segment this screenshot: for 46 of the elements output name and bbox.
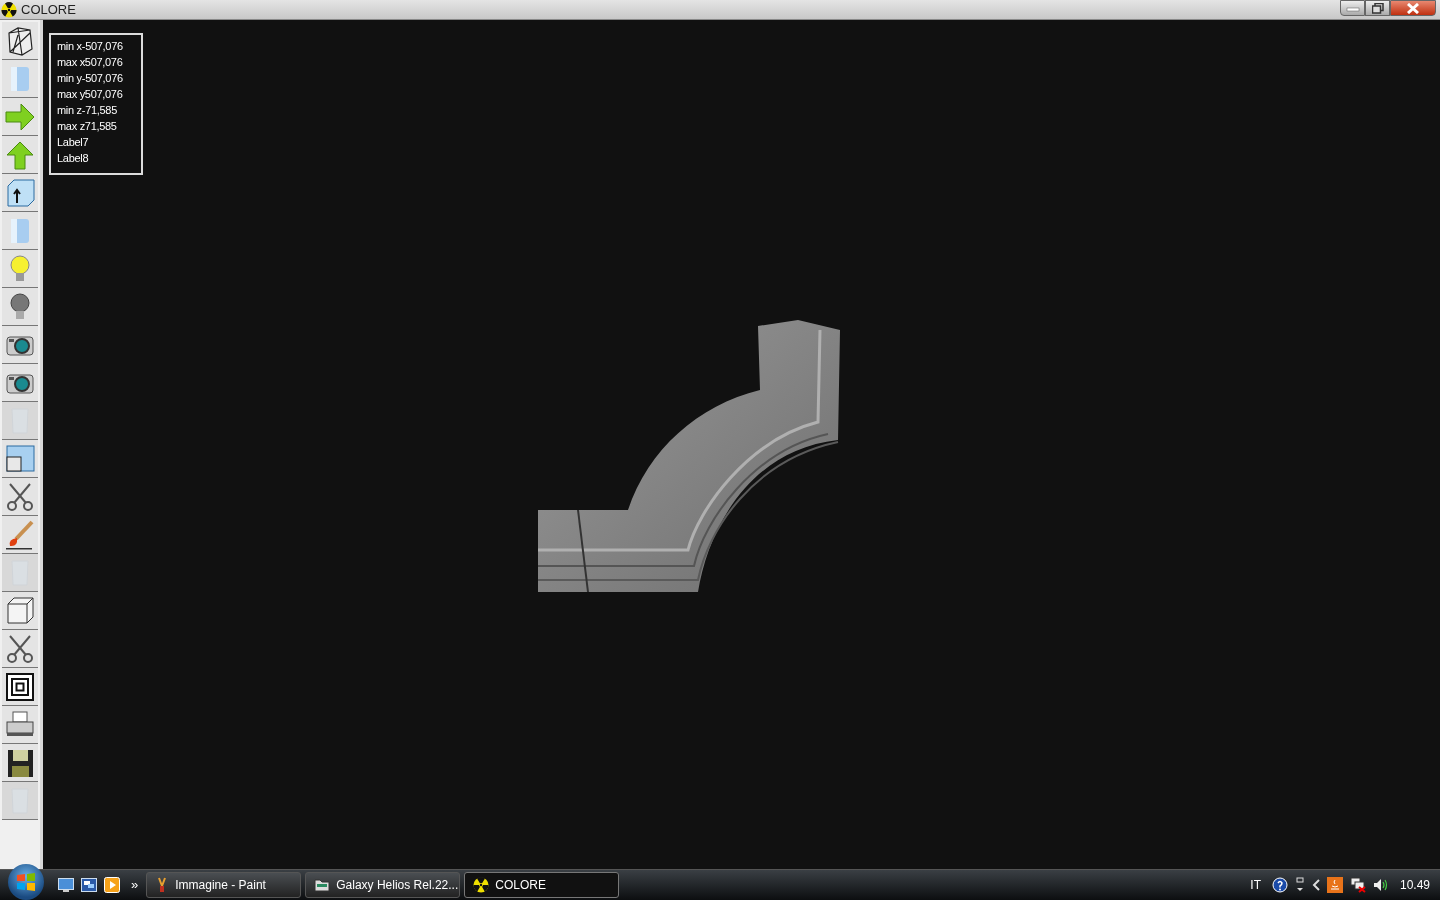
concentric-squares-icon — [4, 670, 36, 703]
info-label: max z71,585 — [57, 119, 118, 134]
box-arrow-icon — [4, 176, 36, 209]
window-title: COLORE — [21, 2, 76, 17]
chevron-left-icon[interactable] — [1311, 879, 1320, 891]
tool-button[interactable] — [2, 668, 38, 706]
windows-switch-icon[interactable] — [81, 878, 97, 892]
info-label: min x-507,076 — [57, 39, 124, 54]
desktop-icon[interactable] — [58, 878, 74, 892]
windows-logo — [15, 871, 37, 893]
info-label: max y507,076 — [57, 87, 124, 102]
taskbar-button[interactable]: Galaxy Helios Rel.22... — [305, 872, 461, 898]
tool-button[interactable] — [2, 174, 38, 212]
paint-brush-icon — [4, 518, 36, 551]
taskbar-button[interactable]: Immagine - Paint — [146, 872, 302, 898]
start-button[interactable] — [8, 864, 44, 900]
tool-button[interactable] — [2, 744, 38, 782]
info-label: Label8 — [57, 151, 90, 166]
tool-button[interactable] — [2, 22, 38, 60]
windows-icon — [4, 442, 36, 475]
restore-button[interactable] — [1365, 0, 1390, 16]
restore-icon — [1371, 2, 1384, 14]
tool-button[interactable] — [2, 706, 38, 744]
radiation-icon — [473, 877, 490, 893]
close-button[interactable] — [1390, 0, 1436, 16]
radiation-icon — [1, 1, 17, 18]
tool-button[interactable] — [2, 326, 38, 364]
info-label: min z-71,585 — [57, 103, 118, 118]
tool-button[interactable] — [2, 364, 38, 402]
cube-icon — [4, 594, 36, 627]
clock[interactable]: 10.49 — [1399, 878, 1430, 892]
speaker-icon[interactable] — [1372, 877, 1389, 893]
info-label: max x507,076 — [57, 55, 124, 70]
window-arrow-icon[interactable] — [1294, 877, 1305, 893]
minimize-button[interactable] — [1340, 0, 1365, 16]
language-indicator[interactable]: IT — [1250, 878, 1261, 892]
folder-icon — [314, 878, 331, 892]
overflow-chevron[interactable]: » — [131, 877, 139, 892]
taskbar-button[interactable]: COLORE — [464, 872, 620, 898]
network-error-icon[interactable] — [1349, 877, 1366, 893]
java-icon[interactable] — [1326, 877, 1343, 893]
minimize-icon — [1345, 4, 1360, 12]
info-label: min y-507,076 — [57, 71, 124, 86]
info-label: Label7 — [57, 135, 90, 150]
close-icon — [1406, 2, 1420, 14]
help-icon[interactable] — [1271, 877, 1288, 893]
